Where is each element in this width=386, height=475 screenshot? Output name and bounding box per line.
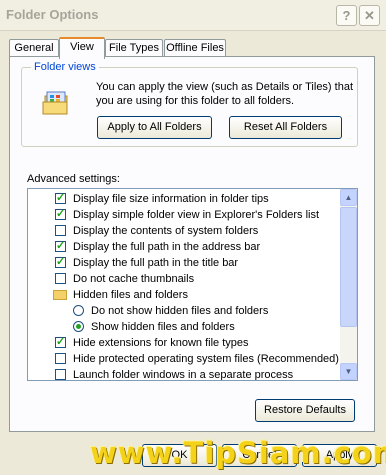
checkbox[interactable]: ✓ xyxy=(55,192,66,204)
check-mark-icon: ✓ xyxy=(56,240,66,252)
folder-views-icon xyxy=(42,91,68,115)
scroll-down-icon[interactable]: ▼ xyxy=(340,363,357,380)
tab-general[interactable]: General xyxy=(9,39,59,57)
advanced-settings-label: Advanced settings: xyxy=(27,173,120,185)
checkbox[interactable]: ✓ xyxy=(55,256,66,268)
advanced-settings-list[interactable]: ✓ Display file size information in folde… xyxy=(27,188,358,381)
scroll-thumb[interactable] xyxy=(340,207,357,327)
setting-label: Hide extensions for known file types xyxy=(73,337,249,349)
checkbox[interactable]: ✓ xyxy=(55,336,66,348)
tab-file-types[interactable]: File Types xyxy=(105,39,163,57)
help-button[interactable]: ? xyxy=(336,5,357,26)
check-mark-icon: ✓ xyxy=(56,192,66,204)
check-mark-icon: ✓ xyxy=(56,256,66,268)
setting-label: Hide protected operating system files (R… xyxy=(73,353,339,365)
tab-view[interactable]: View xyxy=(59,37,105,59)
reset-all-folders-button[interactable]: Reset All Folders xyxy=(229,116,342,139)
apply-to-all-folders-button[interactable]: Apply to All Folders xyxy=(97,116,212,139)
checkbox[interactable]: ✓ xyxy=(55,208,66,220)
folder-views-label: Folder views xyxy=(31,61,99,73)
vertical-scrollbar[interactable]: ▲ ▼ xyxy=(340,189,357,380)
setting-label: Launch folder windows in a separate proc… xyxy=(73,369,294,381)
setting-label: Do not cache thumbnails xyxy=(73,273,195,285)
setting-label: Display file size information in folder … xyxy=(73,193,269,205)
setting-label: Show hidden files and folders xyxy=(91,321,235,333)
radio-button[interactable] xyxy=(73,305,84,316)
close-button[interactable]: ✕ xyxy=(359,5,380,26)
check-mark-icon: ✓ xyxy=(56,208,66,220)
check-mark-icon: ✓ xyxy=(56,336,66,348)
title-bar: Folder Options ? ✕ xyxy=(0,0,386,31)
setting-label: Display the contents of system folders xyxy=(73,225,259,237)
tab-offline-files[interactable]: Offline Files xyxy=(164,39,226,57)
watermark-text: www.TipSiam.com xyxy=(90,436,386,470)
setting-label: Display the full path in the address bar xyxy=(73,241,261,253)
checkbox[interactable] xyxy=(55,353,66,364)
setting-label: Display simple folder view in Explorer's… xyxy=(73,209,320,221)
radio-button[interactable] xyxy=(73,321,84,332)
window-title: Folder Options xyxy=(6,7,99,22)
radio-selected-icon xyxy=(76,324,81,329)
checkbox[interactable] xyxy=(55,273,66,284)
setting-label: Display the full path in the title bar xyxy=(73,257,239,269)
checkbox[interactable]: ✓ xyxy=(55,240,66,252)
setting-label: Hidden files and folders xyxy=(73,289,188,301)
checkbox[interactable] xyxy=(55,369,66,380)
setting-label: Do not show hidden files and folders xyxy=(91,305,269,317)
restore-defaults-button[interactable]: Restore Defaults xyxy=(255,399,355,422)
folder-icon xyxy=(53,290,67,300)
checkbox[interactable] xyxy=(55,225,66,236)
scroll-up-icon[interactable]: ▲ xyxy=(340,189,357,206)
folder-views-description: You can apply the view (such as Details … xyxy=(96,81,354,107)
